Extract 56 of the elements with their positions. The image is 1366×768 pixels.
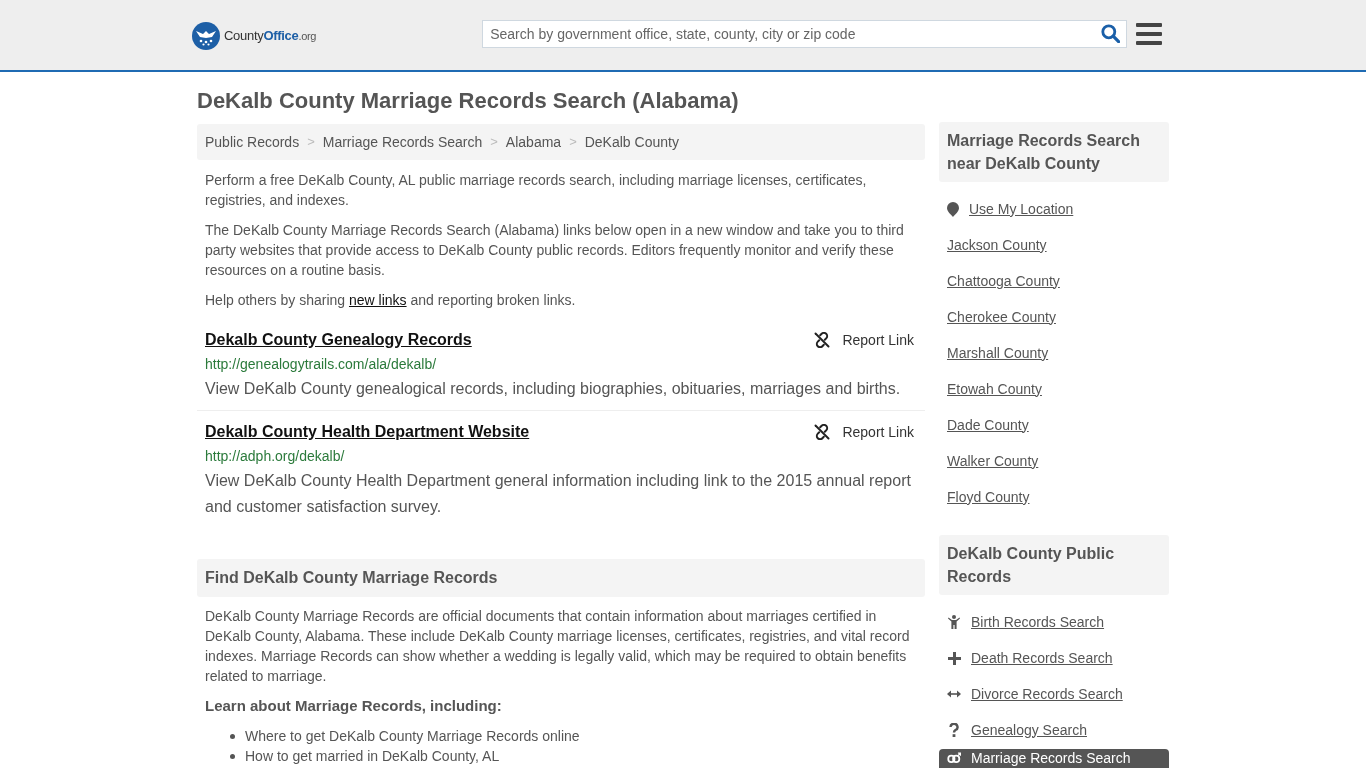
link-url: http://adph.org/dekalb/	[205, 447, 346, 466]
intro-paragraph: The DeKalb County Marriage Records Search (Alabama) links below open in a new window and take you to third party websites that provide access to DeKalb County public records. Editors frequently monitor and verify these resources on a routine basis.	[205, 221, 905, 280]
bullet-icon	[230, 733, 235, 739]
sidebar-nav-item[interactable]: Death Records Search	[939, 640, 1169, 676]
bullet-icon	[230, 753, 235, 759]
breadcrumb-link[interactable]: DeKalb County	[584, 131, 679, 153]
sidebar-nav-item[interactable]: Genealogy Search	[939, 712, 1169, 748]
sidebar-heading: DeKalb County Public Records	[939, 535, 1169, 595]
county-link[interactable]: Walker County	[947, 450, 1039, 472]
county-link[interactable]: Floyd County	[947, 486, 1030, 508]
sidebar-nav-item[interactable]: Birth Records Search	[939, 604, 1169, 640]
breadcrumb-separator: >	[569, 133, 577, 152]
county-link[interactable]: Jackson County	[947, 234, 1047, 256]
search-field[interactable]: Search by government office, state, county, city or zip code	[482, 20, 1128, 48]
list-item-text: How to get married in DeKalb County, AL	[245, 747, 500, 766]
breadcrumb-link[interactable]: Public Records	[205, 131, 300, 153]
county-link[interactable]: Dade County	[947, 414, 1029, 436]
list-item-text: Where to get DeKalb County Marriage Records online	[245, 727, 580, 746]
report-link-button[interactable]: Report Link	[814, 421, 917, 443]
breadcrumb-separator: >	[307, 133, 315, 152]
new-links-link[interactable]: new links	[348, 292, 407, 308]
link-title[interactable]: Dekalb County Health Department Website	[205, 420, 530, 444]
logo-icon[interactable]	[192, 22, 220, 50]
section-heading: Find DeKalb County Marriage Records	[197, 559, 925, 597]
menu-icon[interactable]	[1136, 23, 1163, 45]
search-icon[interactable]	[1101, 24, 1121, 43]
sidebar-nav-item[interactable]: Divorce Records Search	[939, 676, 1169, 712]
link-description: View DeKalb County Health Department general information including link to the 2015 annual report and customer satisfaction survey.	[205, 471, 912, 517]
sidebar-nav-item[interactable]: Marriage Records Search	[939, 749, 1169, 768]
sidebar-heading: Marriage Records Search near DeKalb County	[939, 122, 1169, 182]
link-url: http://genealogytrails.com/ala/dekalb/	[205, 355, 438, 374]
county-link[interactable]: Chattooga County	[947, 270, 1060, 292]
question-icon	[949, 723, 959, 737]
intro-paragraph: Perform a free DeKalb County, AL public marriage records search, including marriage licenses, certificates, registries, and indexes.	[205, 171, 868, 210]
county-link[interactable]: Cherokee County	[947, 306, 1056, 328]
report-link-button[interactable]: Report Link	[814, 329, 917, 351]
county-link[interactable]: Marshall County	[947, 342, 1049, 364]
page-title: DeKalb County Marriage Records Search (Alabama)	[197, 87, 740, 115]
use-location-link[interactable]: Use My Location	[947, 198, 1074, 220]
left-right-arrow-icon	[947, 690, 961, 698]
broken-link-icon	[814, 332, 831, 348]
link-description: View DeKalb County genealogical records, including biographies, obituaries, marriages and births.	[205, 379, 902, 399]
child-icon	[948, 615, 960, 629]
county-link[interactable]: Etowah County	[947, 378, 1042, 400]
subheading: Learn about Marriage Records, including:	[205, 696, 503, 716]
plus-icon	[947, 651, 961, 665]
breadcrumb-separator: >	[490, 133, 498, 152]
help-text: Help others by sharing new links and reporting broken links.	[205, 291, 577, 310]
linked-circles-icon	[947, 752, 961, 764]
broken-link-icon	[814, 424, 831, 440]
breadcrumb-link[interactable]: Alabama	[505, 131, 562, 153]
logo-text[interactable]: CountyOffice.org	[224, 26, 317, 46]
section-paragraph: DeKalb County Marriage Records are official documents that contain information about marriages certified in DeKalb County, Alabama. These include DeKalb County marriage licenses, certificates, registries, and vital record indexes. Marriage Records can show whether a wedding is legally valid, which may be required to obtain benefits related to marriage.	[205, 607, 911, 686]
map-pin-icon	[947, 201, 959, 217]
breadcrumb-link[interactable]: Marriage Records Search	[322, 131, 483, 153]
link-title[interactable]: Dekalb County Genealogy Records	[205, 328, 472, 352]
